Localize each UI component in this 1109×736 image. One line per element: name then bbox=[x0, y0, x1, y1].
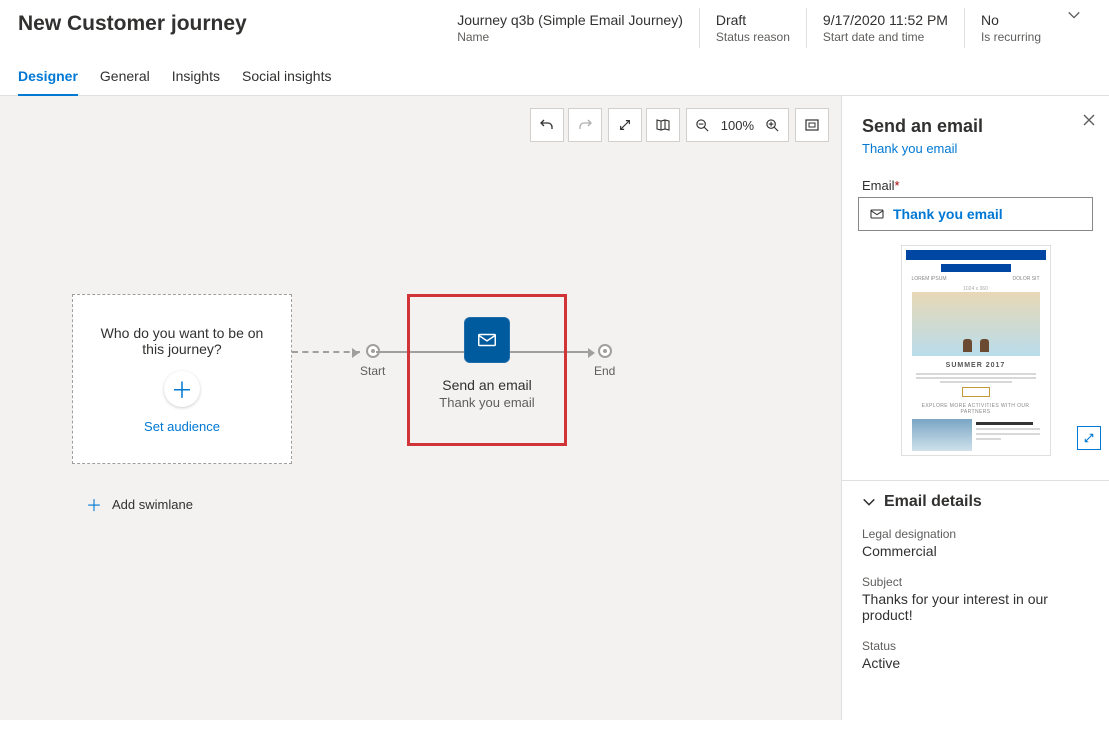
meta-status[interactable]: Draft Status reason bbox=[699, 8, 806, 48]
meta-recurring[interactable]: No Is recurring bbox=[964, 8, 1057, 48]
meta-start-date[interactable]: 9/17/2020 11:52 PM Start date and time bbox=[806, 8, 964, 48]
node-dot-icon bbox=[598, 344, 612, 358]
detail-legal-label: Legal designation bbox=[862, 527, 1089, 541]
meta-status-label: Status reason bbox=[716, 30, 790, 44]
detail-legal: Legal designation Commercial bbox=[842, 523, 1109, 571]
expand-diagonal-icon bbox=[618, 118, 632, 132]
add-swimlane-button[interactable]: ＋ Add swimlane bbox=[86, 492, 193, 516]
tab-bar: Designer General Insights Social insight… bbox=[0, 52, 1109, 96]
email-preview-frame: LOREM IPSUMDOLOR SIT 1024 x 360 SUMMER 2… bbox=[901, 245, 1051, 456]
start-label: Start bbox=[360, 364, 385, 378]
undo-button[interactable] bbox=[530, 108, 564, 142]
email-lookup-value: Thank you email bbox=[893, 206, 1003, 222]
email-tile-subtitle: Thank you email bbox=[439, 395, 534, 410]
mail-icon bbox=[476, 329, 498, 351]
meta-recurring-label: Is recurring bbox=[981, 30, 1041, 44]
chevron-down-icon bbox=[862, 495, 876, 509]
detail-subject: Subject Thanks for your interest in our … bbox=[842, 571, 1109, 635]
canvas-toolbar: 100% bbox=[530, 108, 829, 142]
set-audience-link[interactable]: Set audience bbox=[144, 419, 220, 434]
arrow-icon bbox=[352, 348, 359, 358]
required-indicator: * bbox=[895, 178, 900, 193]
meta-name-value: Journey q3b (Simple Email Journey) bbox=[457, 12, 683, 28]
meta-start-date-label: Start date and time bbox=[823, 30, 948, 44]
map-icon bbox=[655, 117, 671, 133]
connector-audience-to-start bbox=[292, 351, 360, 353]
tab-insights[interactable]: Insights bbox=[172, 62, 220, 95]
redo-icon bbox=[577, 117, 593, 133]
designer-canvas[interactable]: 100% Who do you want to be on this journ… bbox=[0, 96, 841, 720]
audience-prompt-text: Who do you want to be on this journey? bbox=[92, 325, 272, 357]
audience-placeholder-tile[interactable]: Who do you want to be on this journey? ＋… bbox=[72, 294, 292, 464]
meta-name-label: Name bbox=[457, 30, 683, 44]
zoom-control: 100% bbox=[686, 108, 789, 142]
end-node[interactable]: End bbox=[594, 344, 615, 378]
zoom-in-icon bbox=[765, 118, 780, 133]
minimap-button[interactable] bbox=[646, 108, 680, 142]
preview-expand-button[interactable] bbox=[1077, 426, 1101, 450]
email-preview[interactable]: LOREM IPSUMDOLOR SIT 1024 x 360 SUMMER 2… bbox=[901, 245, 1051, 456]
detail-status-value: Active bbox=[862, 655, 1089, 671]
email-details-header[interactable]: Email details bbox=[842, 481, 1109, 523]
preview-heading: SUMMER 2017 bbox=[906, 362, 1046, 369]
meta-status-value: Draft bbox=[716, 12, 790, 28]
tab-general[interactable]: General bbox=[100, 62, 150, 95]
chevron-down-icon bbox=[1067, 8, 1081, 22]
zoom-level: 100% bbox=[719, 118, 756, 133]
plus-icon: ＋ bbox=[86, 492, 102, 516]
meta-recurring-value: No bbox=[981, 12, 1041, 28]
page-header: New Customer journey Journey q3b (Simple… bbox=[0, 0, 1109, 52]
panel-close-button[interactable] bbox=[1083, 114, 1095, 126]
add-audience-button[interactable]: ＋ bbox=[164, 371, 200, 407]
header-expand-button[interactable] bbox=[1057, 8, 1091, 22]
meta-name[interactable]: Journey q3b (Simple Email Journey) Name bbox=[441, 8, 699, 48]
detail-legal-value: Commercial bbox=[862, 543, 1089, 559]
zoom-out-button[interactable] bbox=[687, 109, 719, 141]
header-meta-group: Journey q3b (Simple Email Journey) Name … bbox=[441, 8, 1057, 48]
email-details-title: Email details bbox=[884, 493, 982, 511]
panel-title: Send an email bbox=[862, 116, 1089, 137]
add-swimlane-label: Add swimlane bbox=[112, 497, 193, 512]
panel-email-link[interactable]: Thank you email bbox=[862, 141, 1089, 156]
detail-subject-value: Thanks for your interest in our product! bbox=[862, 591, 1089, 623]
zoom-out-icon bbox=[695, 118, 710, 133]
properties-panel: Send an email Thank you email Email* Tha… bbox=[841, 96, 1109, 720]
detail-subject-label: Subject bbox=[862, 575, 1089, 589]
fit-screen-icon bbox=[804, 117, 820, 133]
fit-to-screen-button[interactable] bbox=[795, 108, 829, 142]
preview-tagline: EXPLORE MORE ACTIVITIES WITH OUR PARTNER… bbox=[912, 403, 1040, 415]
tab-designer[interactable]: Designer bbox=[18, 62, 78, 96]
page-title: New Customer journey bbox=[18, 8, 247, 36]
mail-icon bbox=[869, 206, 885, 222]
email-tile-title: Send an email bbox=[442, 377, 532, 393]
redo-button[interactable] bbox=[568, 108, 602, 142]
email-field-label-text: Email bbox=[862, 178, 895, 193]
email-field-label: Email* bbox=[842, 164, 1109, 197]
meta-start-date-value: 9/17/2020 11:52 PM bbox=[823, 12, 948, 28]
email-lookup-field[interactable]: Thank you email bbox=[858, 197, 1093, 231]
email-tile-icon bbox=[464, 317, 510, 363]
email-tile-selected[interactable]: Send an email Thank you email bbox=[407, 294, 567, 446]
expand-diagonal-icon bbox=[1083, 432, 1095, 444]
plus-icon: ＋ bbox=[171, 373, 193, 405]
zoom-in-button[interactable] bbox=[756, 109, 788, 141]
tab-social-insights[interactable]: Social insights bbox=[242, 62, 332, 95]
detail-status: Status Active bbox=[842, 635, 1109, 683]
undo-icon bbox=[539, 117, 555, 133]
end-label: End bbox=[594, 364, 615, 378]
start-node[interactable]: Start bbox=[360, 344, 385, 378]
fullscreen-button[interactable] bbox=[608, 108, 642, 142]
close-icon bbox=[1083, 114, 1095, 126]
detail-status-label: Status bbox=[862, 639, 1089, 653]
